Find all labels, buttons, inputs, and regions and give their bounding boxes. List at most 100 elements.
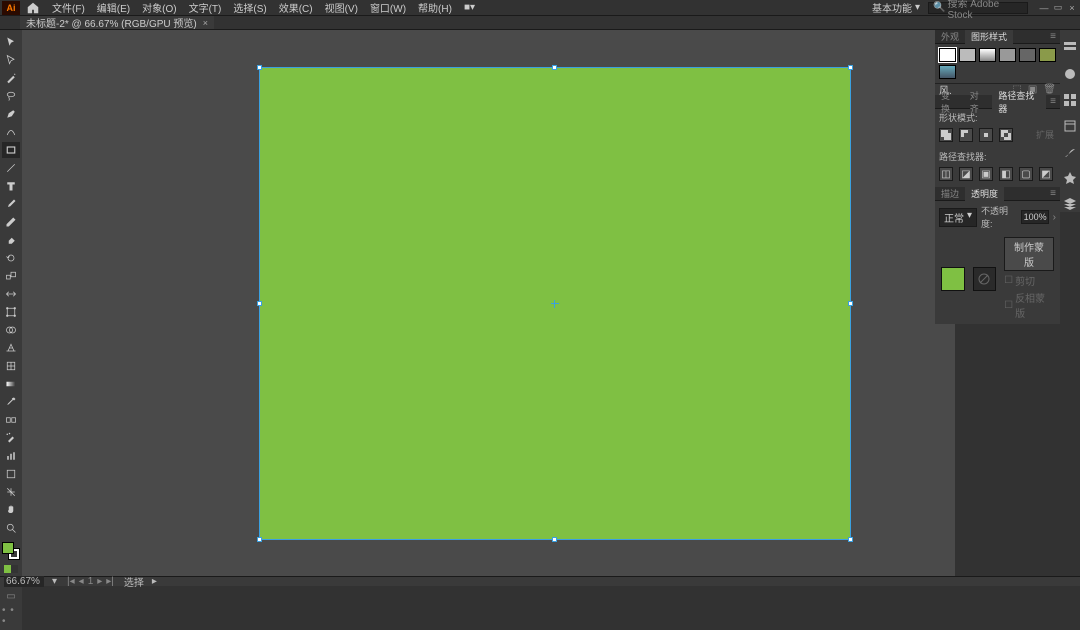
menu-window[interactable]: 窗口(W) [364, 0, 412, 15]
menu-help[interactable]: 帮助(H) [412, 0, 458, 15]
make-mask-button[interactable]: 制作蒙版 [1004, 237, 1054, 271]
eyedropper-tool[interactable] [2, 394, 20, 410]
handle-top-left[interactable] [257, 65, 262, 70]
brushes-icon[interactable] [1062, 144, 1078, 160]
artboard-number[interactable]: 1 [86, 576, 96, 587]
mesh-tool[interactable] [2, 358, 20, 374]
handle-bottom-middle[interactable] [552, 537, 557, 542]
paintbrush-tool[interactable] [2, 196, 20, 212]
tab-stroke[interactable]: 描边 [935, 187, 965, 201]
gradient-tool[interactable] [2, 376, 20, 392]
object-thumb[interactable] [941, 267, 965, 291]
style-thumb[interactable] [979, 48, 996, 62]
prev-artboard-button[interactable]: ◂ [77, 576, 86, 587]
expand-button[interactable]: 扩展 [1034, 128, 1056, 142]
close-button[interactable]: × [1066, 2, 1078, 14]
rectangle-tool[interactable] [2, 142, 20, 158]
clip-checkbox[interactable]: ☐ 剪切 [1004, 273, 1054, 288]
canvas-area[interactable] [22, 30, 955, 576]
symbol-sprayer-tool[interactable] [2, 430, 20, 446]
menu-view[interactable]: 视图(V) [319, 0, 364, 15]
search-input[interactable]: 🔍 搜索 Adobe Stock [928, 2, 1028, 14]
edit-toolbar-button[interactable]: • • • [2, 608, 20, 624]
blend-tool[interactable] [2, 412, 20, 428]
menu-effect[interactable]: 效果(C) [273, 0, 319, 15]
minus-back-button[interactable]: ◩ [1039, 167, 1053, 181]
style-thumb[interactable] [1019, 48, 1036, 62]
tab-appearance[interactable]: 外观 [935, 30, 965, 44]
document-tab[interactable]: 未标题-2* @ 66.67% (RGB/GPU 预览) × [20, 16, 214, 29]
style-thumb[interactable] [939, 48, 956, 62]
selection-tool[interactable] [2, 34, 20, 50]
style-thumb[interactable] [939, 65, 956, 79]
pencil-tool[interactable] [2, 214, 20, 230]
mask-thumb[interactable] [973, 267, 997, 291]
last-artboard-button[interactable]: ▸| [104, 576, 116, 587]
delete-icon[interactable]: 🗑 [1043, 84, 1056, 95]
layers-icon[interactable] [1062, 196, 1078, 212]
menu-type[interactable]: 文字(T) [183, 0, 228, 15]
direct-selection-tool[interactable] [2, 52, 20, 68]
outline-button[interactable]: ▢ [1019, 167, 1033, 181]
handle-top-middle[interactable] [552, 65, 557, 70]
exclude-button[interactable] [999, 128, 1013, 142]
tab-transform[interactable]: 变换 [935, 95, 964, 109]
menu-edit[interactable]: 编辑(E) [91, 0, 136, 15]
panel-menu-icon[interactable]: ≡ [1046, 188, 1060, 199]
zoom-tool[interactable] [2, 520, 20, 536]
slice-tool[interactable] [2, 484, 20, 500]
menu-extra[interactable]: ■▾ [458, 2, 481, 13]
handle-bottom-left[interactable] [257, 537, 262, 542]
style-thumb[interactable] [999, 48, 1016, 62]
selected-rectangle[interactable] [260, 68, 850, 539]
style-thumb[interactable] [1039, 48, 1056, 62]
workspace-selector[interactable]: 基本功能 ▾ [868, 0, 924, 15]
close-icon[interactable]: × [203, 18, 208, 28]
handle-middle-left[interactable] [257, 301, 262, 306]
status-chevron-icon[interactable]: ▸ [152, 576, 157, 587]
minimize-button[interactable]: — [1038, 2, 1050, 14]
crop-button[interactable]: ◧ [999, 167, 1013, 181]
swatches-icon[interactable] [1062, 92, 1078, 108]
curvature-tool[interactable] [2, 124, 20, 140]
line-tool[interactable] [2, 160, 20, 176]
pen-tool[interactable] [2, 106, 20, 122]
lasso-tool[interactable] [2, 88, 20, 104]
home-icon[interactable] [26, 1, 40, 15]
tab-pathfinder[interactable]: 路径查找器 [992, 95, 1046, 109]
color-mode-swatch[interactable] [4, 565, 18, 573]
zoom-input[interactable]: 66.67% [4, 576, 44, 587]
scale-tool[interactable] [2, 268, 20, 284]
trim-button[interactable]: ◪ [959, 167, 973, 181]
perspective-tool[interactable] [2, 340, 20, 356]
intersect-button[interactable] [979, 128, 993, 142]
tab-graphic-styles[interactable]: 图形样式 [965, 30, 1013, 44]
first-artboard-button[interactable]: |◂ [65, 576, 77, 587]
menu-select[interactable]: 选择(S) [227, 0, 272, 15]
magic-wand-tool[interactable] [2, 70, 20, 86]
blend-mode-select[interactable]: 正常 ▾ [939, 208, 977, 227]
unite-button[interactable] [939, 128, 953, 142]
type-tool[interactable] [2, 178, 20, 194]
next-artboard-button[interactable]: ▸ [95, 576, 104, 587]
maximize-button[interactable]: ▭ [1052, 2, 1064, 14]
artboard-tool[interactable] [2, 466, 20, 482]
properties-icon[interactable] [1062, 40, 1078, 56]
free-transform-tool[interactable] [2, 304, 20, 320]
invert-checkbox[interactable]: ☐ 反相蒙版 [1004, 290, 1054, 320]
panel-menu-icon[interactable]: ≡ [1046, 96, 1060, 107]
color-icon[interactable] [1062, 66, 1078, 82]
libraries-icon[interactable] [1062, 118, 1078, 134]
tab-transparency[interactable]: 透明度 [965, 187, 1004, 201]
shape-builder-tool[interactable] [2, 322, 20, 338]
handle-bottom-right[interactable] [848, 537, 853, 542]
divide-button[interactable]: ◫ [939, 167, 953, 181]
symbols-icon[interactable] [1062, 170, 1078, 186]
menu-object[interactable]: 对象(O) [136, 0, 182, 15]
rotate-tool[interactable] [2, 250, 20, 266]
style-thumb[interactable] [959, 48, 976, 62]
tab-align[interactable]: 对齐 [964, 95, 993, 109]
color-swatches[interactable] [2, 542, 20, 560]
eraser-tool[interactable] [2, 232, 20, 248]
zoom-chevron-icon[interactable]: ▾ [52, 576, 57, 587]
